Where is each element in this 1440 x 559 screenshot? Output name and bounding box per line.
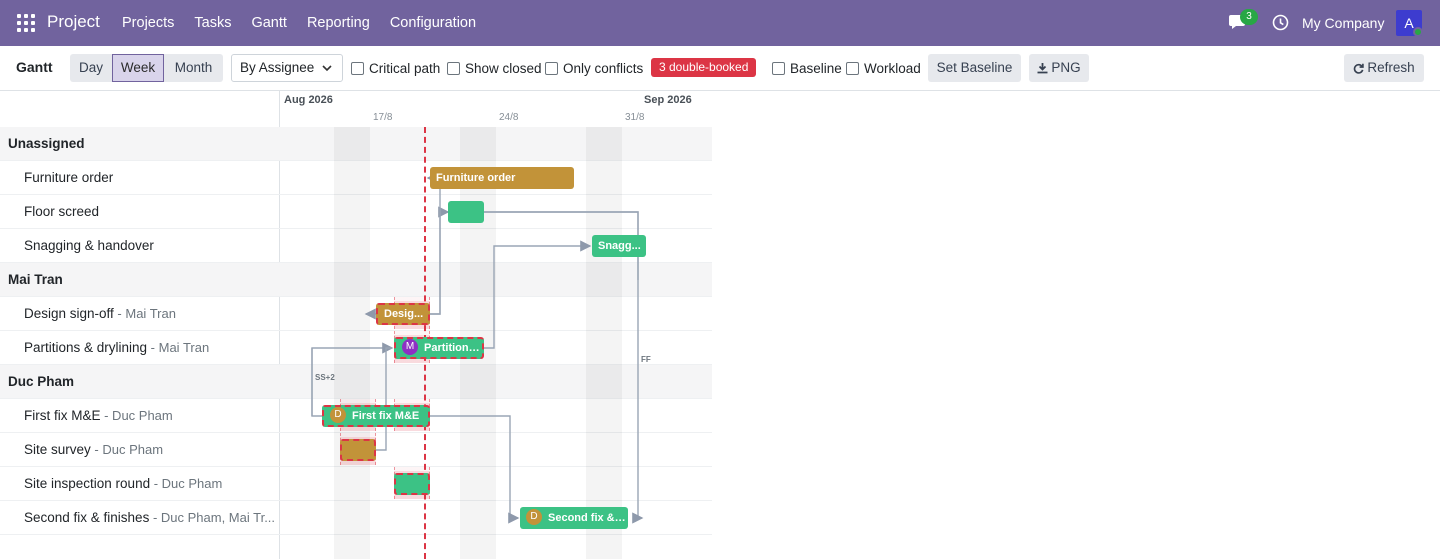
download-icon	[1037, 63, 1048, 74]
scale-month-button[interactable]: Month	[164, 54, 223, 82]
week-label: 31/8	[625, 112, 645, 123]
task-label: Site survey - Duc Pham	[24, 442, 164, 457]
set-baseline-button[interactable]: Set Baseline	[928, 54, 1021, 82]
checkbox-label: Baseline	[790, 61, 842, 76]
scale-day-button[interactable]: Day	[70, 54, 112, 82]
checkbox-label: Workload	[864, 61, 921, 76]
task-label: First fix M&E - Duc Pham	[24, 408, 173, 423]
month-label: Sep 2026	[644, 94, 692, 106]
app-brand[interactable]: Project	[47, 12, 100, 32]
group-label: Duc Pham	[8, 374, 75, 389]
checkbox-box[interactable]	[772, 62, 785, 75]
task-bar-second-fix[interactable]: D Second fix & f...	[520, 507, 628, 529]
task-label: Site inspection round - Duc Pham	[24, 476, 223, 491]
checkbox-label: Only conflicts	[563, 61, 644, 76]
menu-gantt[interactable]: Gantt	[251, 0, 286, 46]
checkbox-box[interactable]	[351, 62, 364, 75]
show-closed-checkbox[interactable]: Show closed	[447, 61, 542, 76]
task-bar-design-signoff[interactable]: Desig...	[376, 303, 430, 325]
main-menu: Projects Tasks Gantt Reporting Configura…	[122, 0, 496, 46]
task-label: Second fix & finishes - Duc Pham, Mai Tr…	[24, 510, 276, 525]
refresh-button[interactable]: Refresh	[1344, 54, 1424, 82]
dependency-label: SS+2	[315, 373, 335, 382]
export-png-button[interactable]: PNG	[1029, 54, 1089, 82]
menu-reporting[interactable]: Reporting	[307, 0, 370, 46]
task-bar-floor-screed[interactable]	[448, 201, 484, 223]
chat-count-badge: 3	[1240, 9, 1258, 25]
baseline-checkbox[interactable]: Baseline	[772, 61, 842, 76]
top-navbar: Project Projects Tasks Gantt Reporting C…	[0, 0, 1440, 46]
workload-checkbox[interactable]: Workload	[846, 61, 921, 76]
assignee-avatar: D	[330, 407, 346, 424]
clock-icon[interactable]	[1272, 14, 1289, 31]
checkbox-box[interactable]	[545, 62, 558, 75]
task-bar-partitions[interactable]: M Partitions ...	[394, 337, 484, 359]
conflict-badge[interactable]: 3 double-booked	[651, 58, 757, 77]
online-status-dot	[1413, 27, 1423, 37]
bar-label: Partitions ...	[424, 342, 484, 354]
company-switcher[interactable]: My Company	[1302, 15, 1384, 31]
timeline-header: Aug 2026 Sep 2026 17/8 24/8 31/8	[280, 91, 712, 127]
refresh-icon	[1354, 63, 1365, 74]
menu-projects[interactable]: Projects	[122, 0, 174, 46]
assignee-avatar: M	[402, 339, 418, 356]
only-conflicts-checkbox[interactable]: Only conflicts	[545, 61, 643, 76]
chevron-down-icon	[322, 65, 332, 72]
menu-configuration[interactable]: Configuration	[390, 0, 476, 46]
menu-tasks[interactable]: Tasks	[194, 0, 231, 46]
task-bar-snagging[interactable]: Snagg...	[592, 235, 646, 257]
task-bar-site-survey[interactable]	[340, 439, 376, 461]
apps-grid-icon[interactable]	[17, 14, 35, 32]
group-label: Mai Tran	[8, 272, 63, 287]
month-label: Aug 2026	[284, 94, 333, 106]
scale-week-button[interactable]: Week	[112, 54, 164, 82]
task-bar-furniture-order[interactable]: Furniture order	[430, 167, 574, 189]
group-label: Unassigned	[8, 136, 85, 151]
checkbox-box[interactable]	[846, 62, 859, 75]
task-label: Floor screed	[24, 204, 100, 219]
task-label: Furniture order	[24, 170, 114, 185]
gantt-toolbar: Gantt Day Week Month By Assignee Critica…	[0, 46, 1440, 91]
view-title: Gantt	[16, 59, 53, 75]
bar-label: First fix M&E	[352, 410, 420, 422]
checkbox-label: Show closed	[465, 61, 542, 76]
checkbox-label: Critical path	[369, 61, 441, 76]
task-bar-site-inspection[interactable]	[394, 473, 430, 495]
gantt-chart-area: Furniture order Snagg... Desig... M Parti…	[280, 127, 712, 559]
task-bar-first-fix[interactable]: D First fix M&E	[322, 405, 430, 427]
group-by-select[interactable]: By Assignee	[231, 54, 343, 82]
week-label: 24/8	[499, 112, 519, 123]
dependency-arrows	[311, 172, 644, 524]
week-label: 17/8	[373, 112, 393, 123]
task-label: Partitions & drylining - Mai Tran	[24, 340, 210, 355]
dependency-label: FF	[641, 355, 651, 364]
task-label: Design sign-off - Mai Tran	[24, 306, 176, 321]
png-label: PNG	[1051, 60, 1081, 75]
group-by-value: By Assignee	[240, 60, 315, 75]
bar-label: Second fix & f...	[548, 512, 628, 524]
critical-path-checkbox[interactable]: Critical path	[351, 61, 440, 76]
gantt-view: Aug 2026 Sep 2026 17/8 24/8 31/8 Unassig…	[0, 91, 712, 559]
checkbox-box[interactable]	[447, 62, 460, 75]
assignee-avatar: D	[526, 509, 542, 526]
refresh-label: Refresh	[1367, 60, 1415, 75]
task-label: Snagging & handover	[24, 238, 154, 253]
